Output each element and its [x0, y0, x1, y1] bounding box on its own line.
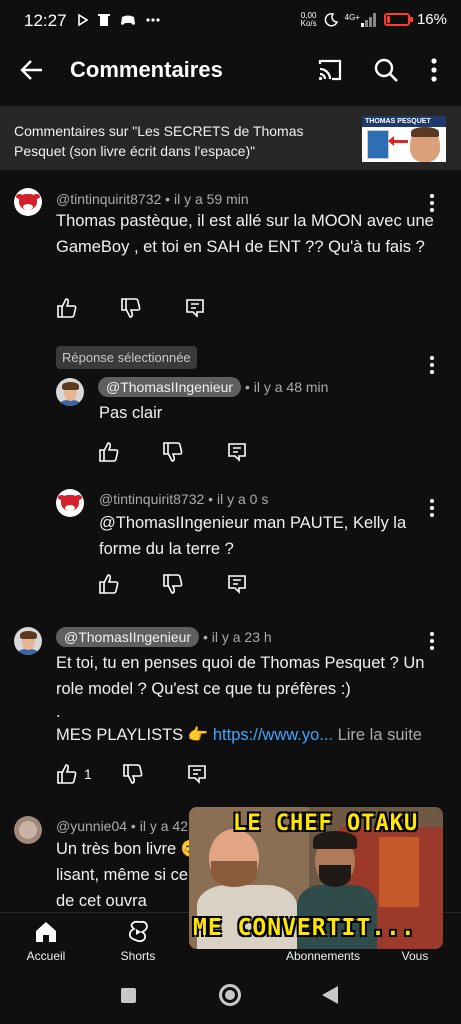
comment-actions: [98, 573, 248, 595]
nav-label: Shorts: [120, 949, 156, 963]
like-icon[interactable]: [56, 297, 78, 319]
reply-icon[interactable]: [186, 763, 208, 785]
comment-meta: @ThomasIIngenieur • il y a 48 min: [98, 377, 328, 397]
play-notification-icon: [78, 13, 88, 26]
back-arrow-icon[interactable]: [18, 56, 46, 84]
battery-percent: 16%: [416, 11, 447, 28]
selected-reply-label: Réponse sélectionnée: [56, 346, 197, 369]
nav-label: Accueil: [26, 949, 66, 963]
like-count: 1: [84, 766, 92, 782]
playlists-text: MES PLAYLISTS 👉: [56, 726, 213, 744]
nav-item-home[interactable]: Accueil: [1, 919, 91, 963]
like-icon[interactable]: [98, 573, 120, 595]
home-icon: [36, 922, 56, 942]
search-icon[interactable]: [372, 56, 400, 84]
nav-label: Abonnements: [285, 949, 361, 963]
shorts-icon: [128, 920, 148, 943]
app-bar: Commentaires: [0, 42, 461, 98]
comment-more-icon[interactable]: [428, 631, 436, 651]
thumbnail-label: THOMAS PESQUET: [362, 116, 446, 127]
comment-actions: 1: [56, 763, 208, 785]
reply-icon[interactable]: [184, 297, 206, 319]
comment-meta: @ThomasIIngenieur • il y a 23 h: [56, 627, 272, 647]
comment-author[interactable]: @yunnie04: [56, 818, 127, 834]
comment-text: @ThomasIIngenieur man PAUTE, Kelly la fo…: [99, 514, 407, 558]
comment-author[interactable]: @tintinquirit8732: [99, 491, 204, 507]
video-thumbnail[interactable]: THOMAS PESQUET: [362, 116, 446, 162]
status-time: 12:27: [24, 11, 67, 30]
reply-icon[interactable]: [226, 573, 248, 595]
battery-icon: [383, 13, 413, 26]
nav-label: Vous: [401, 949, 429, 963]
comment-time: • il y a 59 min: [161, 191, 249, 207]
like-icon[interactable]: [56, 763, 78, 785]
avatar[interactable]: [56, 489, 84, 517]
arrow-graphic: [388, 136, 408, 146]
video-context-banner[interactable]: Commentaires sur "Les SECRETS de Thomas …: [0, 106, 461, 170]
net-speed: 0,00 Ko/s: [300, 11, 317, 28]
dislike-icon[interactable]: [122, 763, 144, 785]
more-vert-icon[interactable]: [422, 56, 446, 84]
comment-actions: [98, 441, 248, 463]
avatar[interactable]: [14, 188, 42, 216]
avatar[interactable]: [14, 627, 42, 655]
comment-time: • il y a 0 s: [204, 491, 269, 507]
moon-icon: [324, 12, 338, 26]
status-bar: 12:27 0,00 Ko/s 4G+ 16%: [0, 0, 461, 42]
comment-time: • il y a 23 h: [199, 629, 272, 645]
comment-text-dot: .: [56, 703, 61, 721]
video-person-right-beard: [319, 865, 351, 887]
back-icon[interactable]: [322, 986, 338, 1004]
thread-more-icon[interactable]: [428, 355, 436, 375]
signal-icon: 4G+: [344, 12, 377, 27]
comment-text: Thomas pastèque, il est allé sur la MOON…: [56, 212, 434, 256]
reply-icon[interactable]: [226, 441, 248, 463]
mini-player[interactable]: LE CHEF OTAKU ME CONVERTIT...: [189, 807, 443, 949]
status-notification-icons: [78, 13, 160, 26]
more-notifications-icon: [146, 17, 160, 22]
video-caption-bottom: ME CONVERTIT...: [193, 915, 416, 941]
trash-notification-icon: [98, 14, 110, 26]
comment-meta: @tintinquirit8732 • il y a 0 s: [99, 491, 268, 507]
status-system-icons: 0,00 Ko/s 4G+ 16%: [301, 11, 447, 28]
nav-item-shorts[interactable]: Shorts: [93, 919, 183, 963]
book-image: [367, 130, 389, 159]
recents-icon[interactable]: [121, 988, 136, 1003]
dislike-icon[interactable]: [162, 573, 184, 595]
comment-time: • il y a 42: [127, 818, 188, 834]
dislike-icon[interactable]: [162, 441, 184, 463]
net-speed-unit: Ko/s: [300, 18, 317, 28]
comment-actions: [56, 297, 206, 319]
dislike-icon[interactable]: [120, 297, 142, 319]
video-shelf-detail: [379, 837, 419, 907]
comment-more-icon[interactable]: [428, 498, 436, 518]
comment-text-line: Et toi, tu en penses quoi de Thomas Pesq…: [56, 654, 425, 698]
video-caption-top: LE CHEF OTAKU: [233, 811, 419, 836]
network-type: 4G+: [344, 12, 360, 22]
cast-icon[interactable]: [316, 56, 344, 84]
read-more-link[interactable]: Lire la suite: [333, 726, 422, 744]
avatar[interactable]: [56, 378, 84, 406]
video-person-left-beard: [211, 861, 257, 887]
like-icon[interactable]: [98, 441, 120, 463]
comment-author[interactable]: @tintinquirit8732: [56, 191, 161, 207]
hair-image: [411, 127, 439, 137]
comment-meta: @yunnie04 • il y a 42: [56, 818, 188, 834]
comment-author[interactable]: @ThomasIIngenieur: [98, 377, 242, 397]
comment-text: Et toi, tu en penses quoi de Thomas Pesq…: [56, 650, 436, 748]
avatar[interactable]: [14, 816, 42, 844]
controller-notification-icon: [121, 15, 135, 25]
system-navigation: [0, 972, 461, 1024]
comment-text-playlists: MES PLAYLISTS 👉 https://www.yo... Lire l…: [56, 722, 436, 748]
comment-text: Pas clair: [99, 404, 163, 422]
home-button-icon[interactable]: [219, 984, 241, 1006]
page-title: Commentaires: [70, 57, 223, 82]
comment-meta: @tintinquirit8732 • il y a 59 min: [56, 191, 249, 207]
video-caption: Commentaires sur "Les SECRETS de Thomas …: [14, 123, 304, 159]
comment-time: • il y a 48 min: [241, 379, 329, 395]
comment-link[interactable]: https://www.yo...: [213, 726, 333, 744]
comment-author[interactable]: @ThomasIIngenieur: [56, 627, 200, 647]
